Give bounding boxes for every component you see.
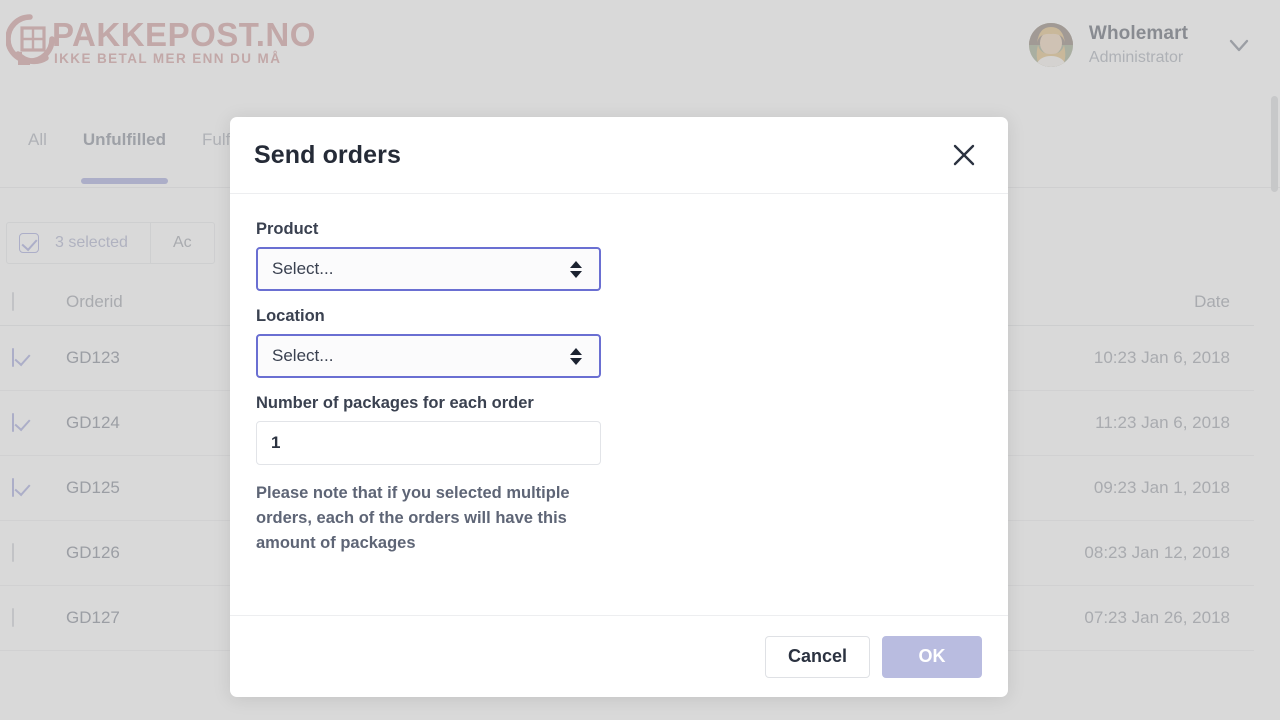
- dialog-body: Product Select... Location Select... Num…: [230, 194, 1008, 615]
- close-icon[interactable]: [944, 135, 984, 175]
- dialog-title: Send orders: [254, 141, 401, 170]
- packages-field-group: Number of packages for each order: [256, 394, 982, 465]
- product-select-value: Select...: [272, 259, 569, 279]
- dialog-footer: Cancel OK: [230, 615, 1008, 697]
- location-field-group: Location Select...: [256, 307, 982, 378]
- packages-label: Number of packages for each order: [256, 394, 982, 413]
- product-select[interactable]: Select...: [256, 247, 601, 291]
- dialog-header: Send orders: [230, 117, 1008, 194]
- product-field-group: Product Select...: [256, 220, 982, 291]
- spinner-updown-icon: [569, 261, 583, 278]
- ok-button[interactable]: OK: [882, 636, 982, 678]
- cancel-button[interactable]: Cancel: [765, 636, 870, 678]
- location-select-value: Select...: [272, 346, 569, 366]
- packages-note: Please note that if you selected multipl…: [256, 481, 606, 556]
- product-label: Product: [256, 220, 982, 239]
- send-orders-dialog: Send orders Product Select... Location S…: [230, 117, 1008, 697]
- spinner-updown-icon: [569, 348, 583, 365]
- location-select[interactable]: Select...: [256, 334, 601, 378]
- location-label: Location: [256, 307, 982, 326]
- packages-input[interactable]: [256, 421, 601, 465]
